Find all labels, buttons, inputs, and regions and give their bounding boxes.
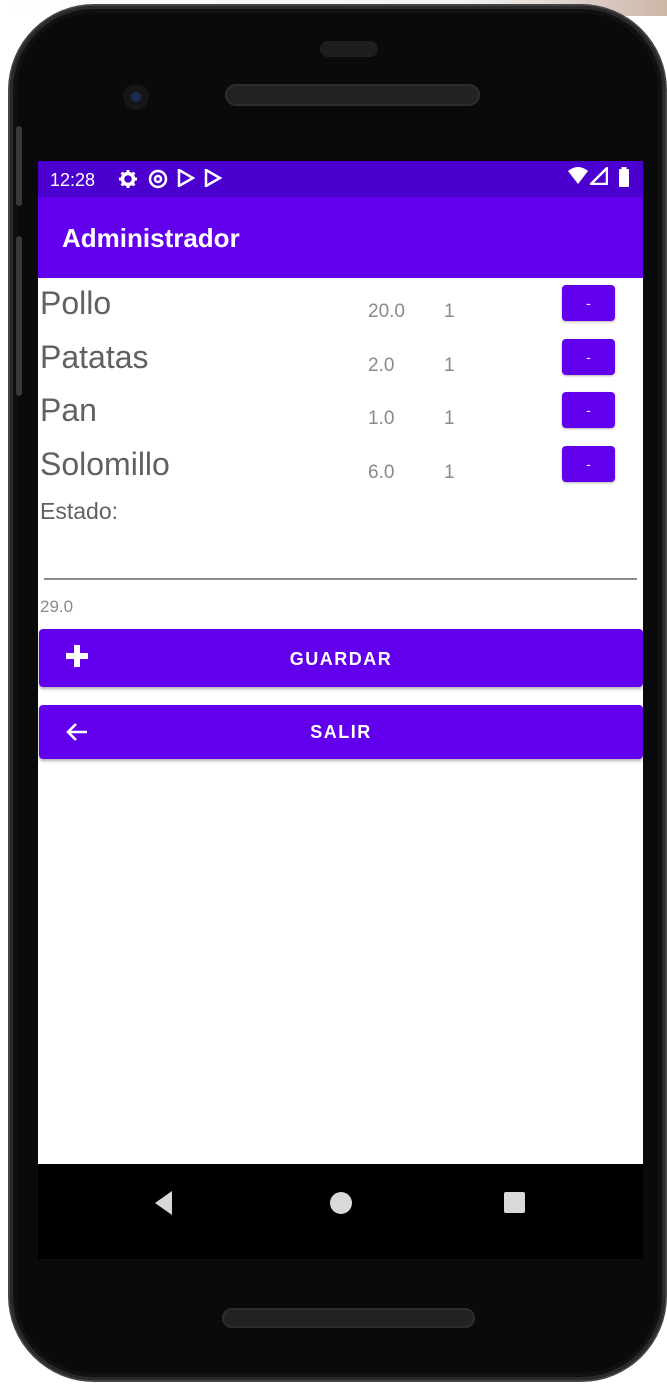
recent-apps-icon[interactable] [504,1192,525,1213]
remove-item-button[interactable]: - [562,339,615,375]
front-camera-icon [123,84,149,110]
list-item: Pollo 20.0 1 - [38,285,643,335]
item-price: 20.0 [368,301,405,322]
top-speaker [225,84,480,106]
item-price: 1.0 [368,408,395,429]
battery-icon [618,167,630,192]
signal-icon [587,164,609,190]
estado-input-underline [44,578,637,580]
remove-item-button[interactable]: - [562,392,615,428]
screen: 12:28 Administrador Pollo 20.0 1 - Patat… [38,161,643,1259]
item-name: Pollo [40,285,112,321]
settings-icon [118,169,138,194]
side-button [16,236,22,396]
back-icon[interactable] [155,1191,172,1215]
list-item: Patatas 2.0 1 - [38,339,643,389]
salir-label: SALIR [310,722,372,742]
total-value: 29.0 [40,597,74,616]
list-item: Solomillo 6.0 1 - [38,446,643,496]
item-quantity: 1 [444,408,455,429]
app-title: Administrador [62,223,240,253]
salir-button[interactable]: SALIR [39,705,643,759]
estado-label: Estado: [40,498,118,524]
guardar-label: GUARDAR [289,649,393,669]
item-quantity: 1 [444,301,455,322]
volume-button [16,126,22,206]
status-bar: 12:28 [38,161,643,197]
bottom-speaker [222,1308,475,1328]
item-name: Pan [40,392,97,428]
item-price: 2.0 [368,355,395,376]
play-store-icon [204,167,223,192]
item-price: 6.0 [368,462,395,483]
remove-item-button[interactable]: - [562,285,615,321]
item-name: Solomillo [40,446,170,482]
home-icon[interactable] [330,1192,352,1214]
remove-item-button[interactable]: - [562,446,615,482]
wifi-icon [568,167,588,190]
item-quantity: 1 [444,355,455,376]
play-store-icon [177,167,196,192]
navigation-bar [38,1164,643,1259]
estado-input[interactable] [40,531,639,576]
app-bar: Administrador [38,197,643,278]
guardar-button[interactable]: GUARDAR [39,629,643,687]
earpiece-notch [320,41,378,57]
status-time: 12:28 [50,170,96,190]
item-quantity: 1 [444,462,455,483]
list-item: Pan 1.0 1 - [38,392,643,442]
at-sign-icon [148,169,168,194]
item-name: Patatas [40,339,149,375]
